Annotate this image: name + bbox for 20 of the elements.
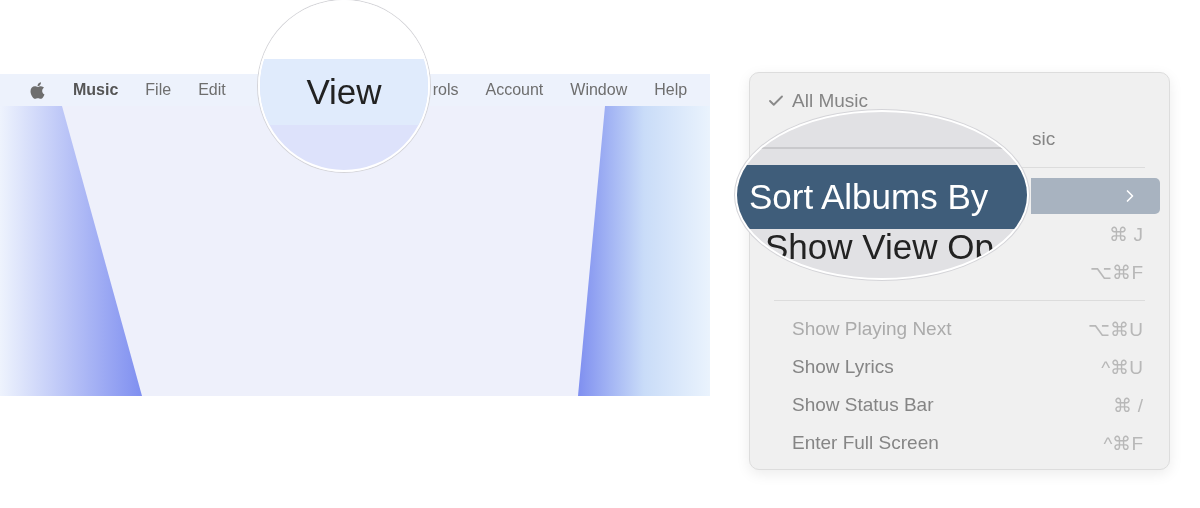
shortcut-text: ^⌘U	[1101, 355, 1143, 379]
shortcut-text: ⌥⌘U	[1088, 317, 1143, 341]
menu-item[interactable]: All Music	[792, 90, 868, 112]
menu-bar-item[interactable]: Window	[570, 81, 628, 99]
magnified-menu-title: View	[306, 72, 382, 112]
menu-bar-item[interactable]: Account	[485, 81, 544, 99]
menu-bar-item[interactable]: File	[145, 81, 172, 99]
menu-bar-item[interactable]: Help	[654, 81, 688, 99]
menu-item[interactable]: Show Lyrics	[792, 356, 894, 378]
shortcut-text: ⌘ J	[1109, 222, 1143, 246]
shortcut-text: ⌥⌘F	[1090, 260, 1143, 284]
menu-item[interactable]: Show Status Bar	[792, 394, 934, 416]
menu-bar-item[interactable]: Edit	[198, 81, 226, 99]
shortcut-text: ⌘ /	[1113, 393, 1143, 417]
menu-item[interactable]: Enter Full Screen	[792, 432, 939, 454]
shortcut-text: ^⌘F	[1103, 431, 1143, 455]
menu-bar-item[interactable]: Music	[73, 81, 119, 99]
apple-icon[interactable]	[28, 80, 47, 100]
menu-item[interactable]: sic	[1032, 128, 1056, 150]
menu-bar-item[interactable]: rols	[432, 81, 459, 99]
